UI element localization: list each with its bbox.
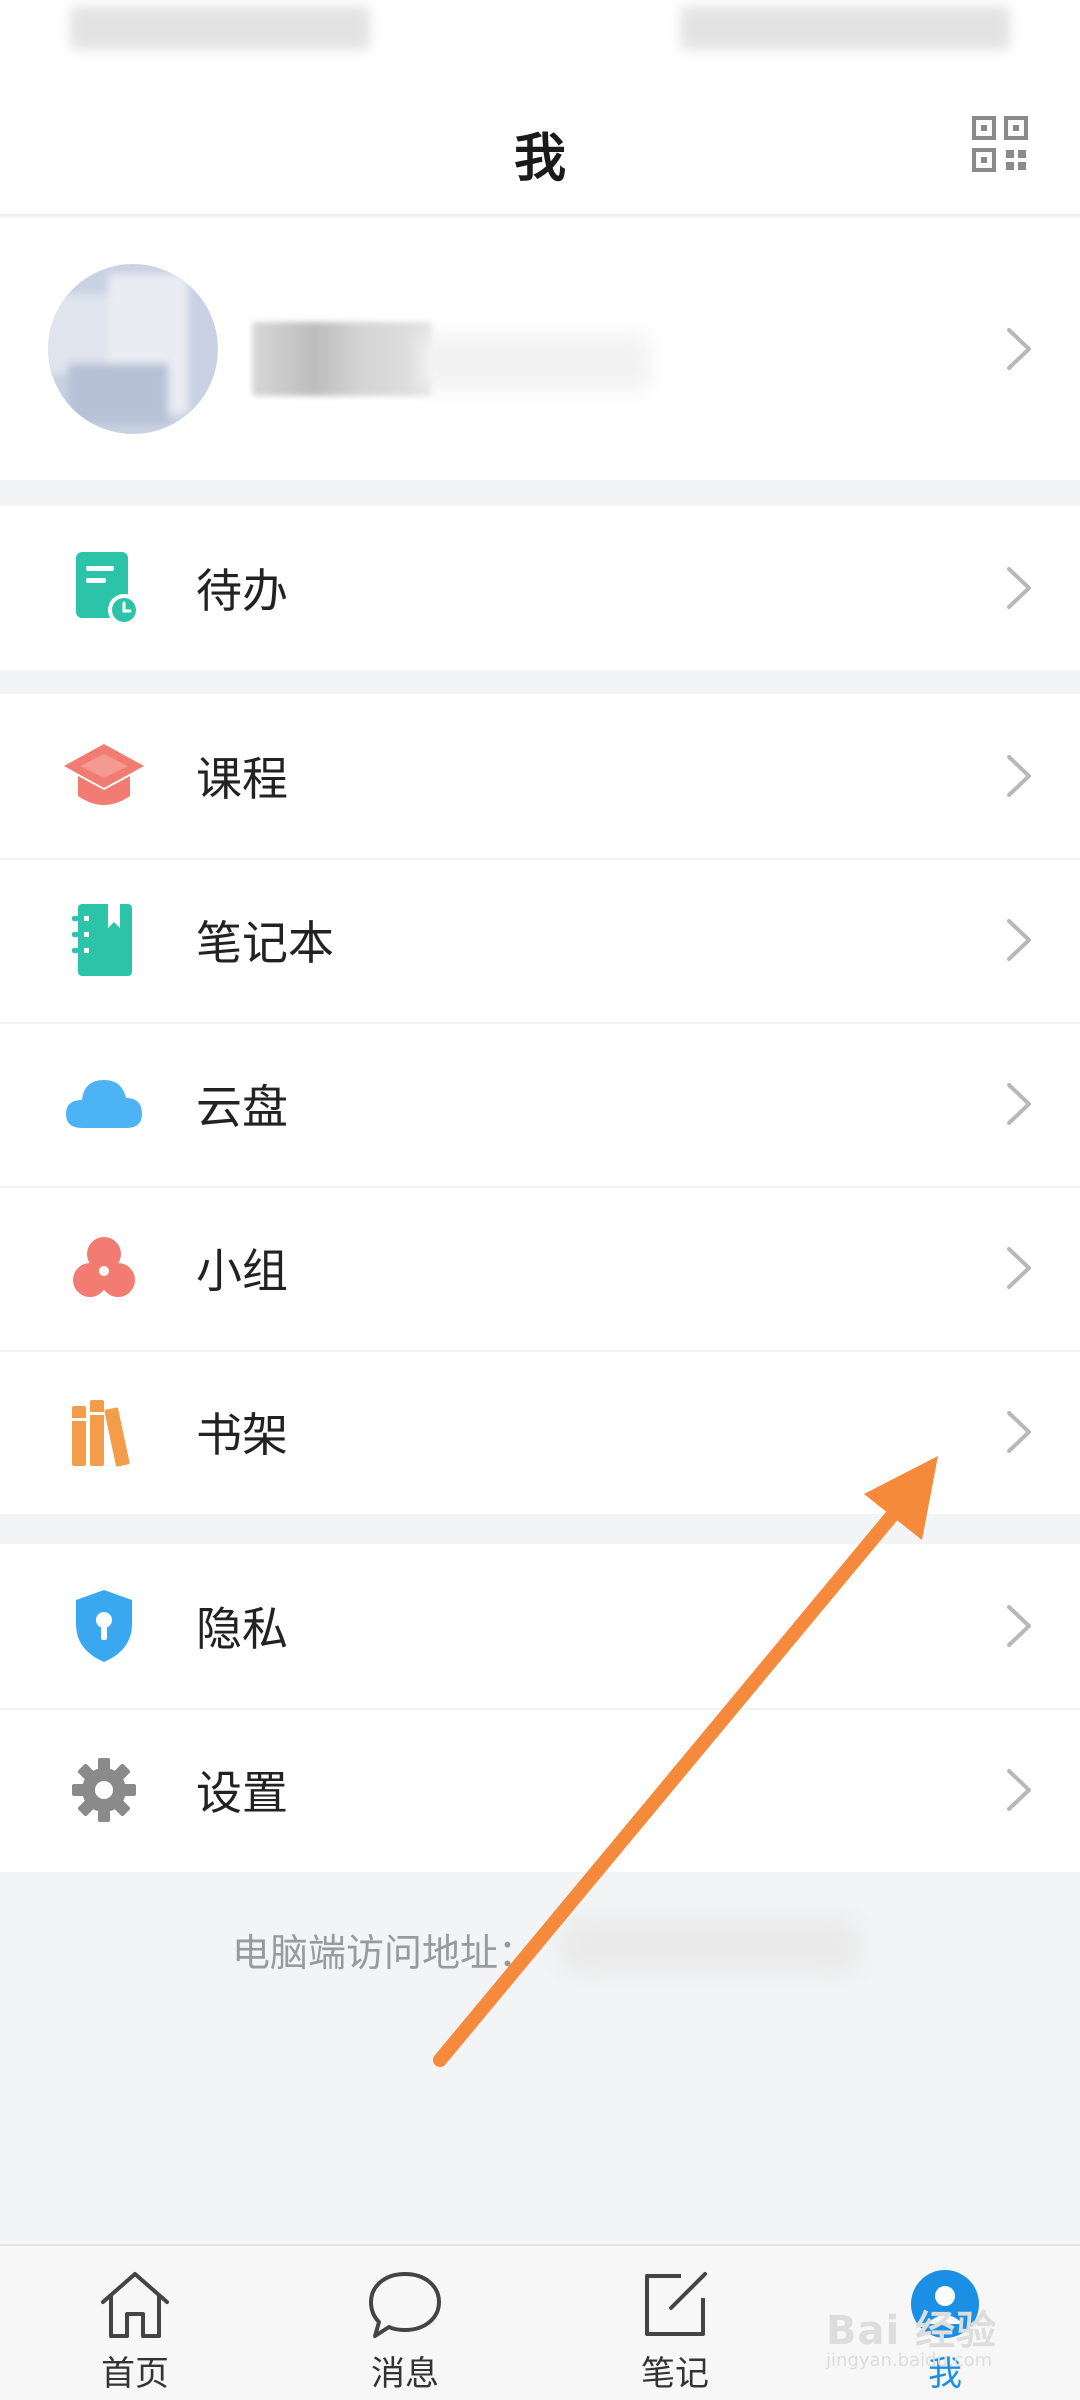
watermark: Bai 经验 [826,2308,998,2354]
menu-item-todo[interactable]: 待办 [0,506,1080,670]
profile-name-blurred [252,322,432,396]
group-icon [73,1237,135,1297]
menu-item-group[interactable]: 小组 [0,1186,1080,1350]
chevron-right-icon [1007,1769,1031,1811]
menu-item-privacy[interactable]: 隐私 [0,1544,1080,1708]
chevron-right-icon [1007,755,1031,797]
menu-item-label: 隐私 [196,1602,288,1656]
profile-card[interactable] [0,218,1080,480]
menu-item-label: 小组 [196,1244,288,1298]
tab-label: 笔记 [641,2354,709,2394]
course-mortarboard-icon [64,744,144,805]
tab-home[interactable]: 首页 [0,2246,270,2400]
privacy-shield-icon [76,1590,132,1662]
tab-notes[interactable]: 笔记 [540,2246,810,2400]
todo-clock-icon [76,552,140,626]
menu-item-cloud[interactable]: 云盘 [0,1022,1080,1186]
chevron-right-icon [1007,1411,1031,1453]
cloud-icon [66,1080,142,1128]
menu-item-label: 云盘 [196,1080,288,1134]
menu-item-label: 设置 [196,1766,288,1820]
menu-group-system: 隐私 设置 [0,1544,1080,1872]
watermark-url: jingyan.baidu.com [826,2350,993,2371]
tab-label: 消息 [371,2354,439,2394]
menu-item-bookshelf[interactable]: 书架 [0,1350,1080,1514]
bookshelf-icon [72,1400,130,1467]
note-edit-icon [645,2272,707,2336]
pc-access-address-blurred [560,1918,860,1974]
tab-label: 首页 [101,2354,169,2394]
chevron-right-icon [1007,1605,1031,1647]
header: 我 [0,80,1080,216]
chevron-right-icon [1007,328,1031,370]
notebook-icon [72,904,132,976]
avatar[interactable] [48,264,218,434]
menu-item-course[interactable]: 课程 [0,694,1080,858]
menu-item-label: 课程 [196,752,288,806]
pc-access-address-label: 电脑端访问地址： [232,1931,537,1975]
profile-name-fade [420,334,650,390]
menu-item-label: 待办 [196,564,288,618]
page-title: 我 [513,129,566,189]
chevron-right-icon [1007,919,1031,961]
gear-icon [72,1758,136,1822]
chevron-right-icon [1007,1083,1031,1125]
menu-item-label: 书架 [196,1408,288,1462]
status-bar [0,0,1080,80]
qr-code-icon[interactable] [972,116,1028,172]
message-icon [369,2272,441,2338]
home-icon [101,2272,169,2338]
menu-item-label: 笔记本 [196,916,334,970]
menu-group-todo: 待办 [0,506,1080,670]
menu-item-settings[interactable]: 设置 [0,1708,1080,1872]
chevron-right-icon [1007,567,1031,609]
chevron-right-icon [1007,1247,1031,1289]
menu-item-notebook[interactable]: 笔记本 [0,858,1080,1022]
menu-group-main: 课程 笔记本 云盘 小组 书架 [0,694,1080,1514]
status-bar-blur-left [70,6,370,50]
tab-messages[interactable]: 消息 [270,2246,540,2400]
status-bar-blur-right [680,6,1010,50]
